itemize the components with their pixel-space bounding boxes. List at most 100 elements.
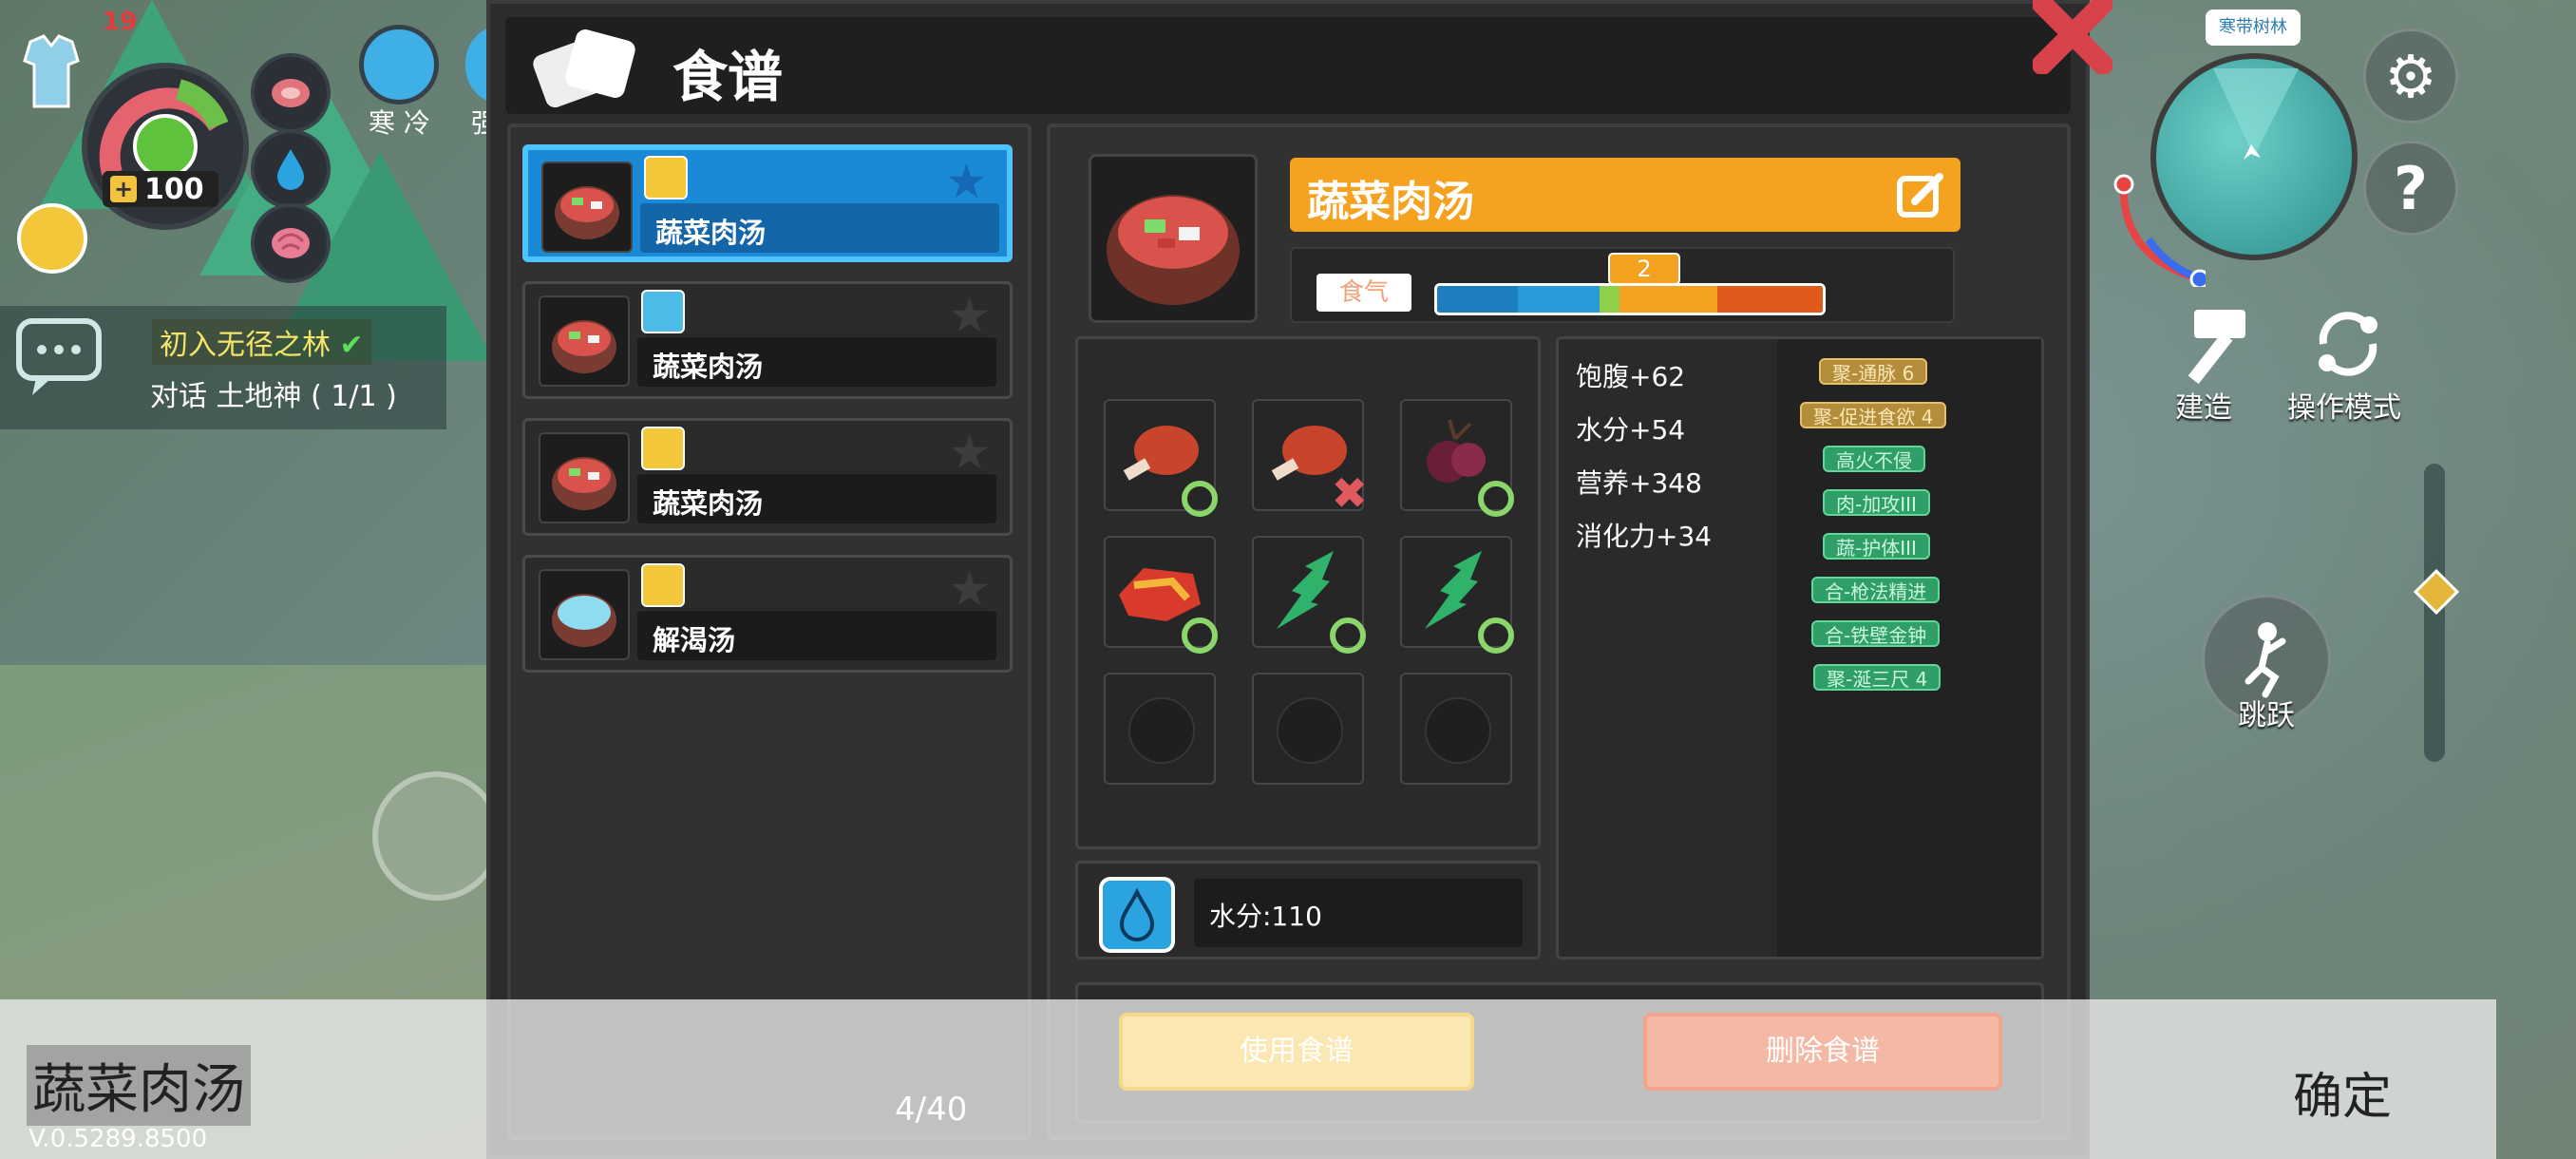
food-qi-meter: 食气 2 <box>1290 247 1955 323</box>
recipe-name-bar: 蔬菜肉汤 <box>637 337 996 387</box>
question-icon: ? <box>2394 153 2428 223</box>
recipe-count: 4/40 <box>895 1091 968 1129</box>
empty-slot-icon <box>1128 697 1195 764</box>
soup-large-icon <box>1089 154 1258 323</box>
ingredient-slot[interactable] <box>1104 399 1218 517</box>
effect-tag: 高火不侵 <box>1823 446 1925 472</box>
recipe-item[interactable]: ★ 蔬菜肉汤 <box>522 144 1013 262</box>
effect-tag: 合-枪法精进 <box>1811 577 1941 603</box>
gear-icon: ⚙ <box>2384 41 2437 111</box>
ingredient-slot-empty[interactable] <box>1400 673 1512 785</box>
recipe-name-bar: 蔬菜肉汤 <box>640 203 999 253</box>
close-icon <box>2032 0 2113 75</box>
hp-value: 100 <box>144 172 204 206</box>
movement-joystick[interactable] <box>372 771 502 901</box>
soup-icon <box>539 295 630 387</box>
effect-tag: 蔬-护体III <box>1823 533 1930 560</box>
panel-title: 食谱 <box>672 45 784 109</box>
favorite-star-icon[interactable]: ★ <box>945 154 988 209</box>
favorite-star-icon[interactable]: ★ <box>948 561 991 617</box>
recipe-name: 蔬菜肉汤 <box>653 351 764 383</box>
close-button[interactable] <box>2032 0 2113 75</box>
recipe-name: 蔬菜肉汤 <box>655 217 767 249</box>
water-value: 水分:110 <box>1209 901 1322 932</box>
edit-icon[interactable] <box>1894 169 1945 220</box>
food-qi-bar <box>1434 283 1826 315</box>
effect-tag: 合-铁壁金钟 <box>1811 620 1941 647</box>
water-status-icon[interactable] <box>251 129 331 209</box>
build-hammer-icon[interactable] <box>2162 302 2253 388</box>
food-qi-label: 食气 <box>1316 274 1411 312</box>
hp-counter: + 100 <box>103 171 218 207</box>
swap-mode-icon[interactable] <box>2310 306 2386 382</box>
cold-label: 寒 冷 <box>369 107 430 139</box>
water-value-field: 水分:110 <box>1194 879 1523 947</box>
effect-tag: 聚-促进食欲 4 <box>1800 402 1947 428</box>
bottom-item-name: 蔬菜肉汤 <box>27 1045 251 1126</box>
checkmark-icon: ✔ <box>339 329 364 362</box>
effect-tag: 聚-涎三尺 4 <box>1813 664 1941 691</box>
favorite-star-icon[interactable]: ★ <box>948 288 991 343</box>
thirst-soup-icon <box>539 569 630 660</box>
effect-tags-column: 聚-通脉 6 聚-促进食欲 4 高火不侵 肉-加攻III 蔬-护体III 合-枪… <box>1777 339 2041 957</box>
jump-label: 跳跃 <box>2238 699 2295 732</box>
scroll-icon <box>532 28 642 110</box>
detail-recipe-name: 蔬菜肉汤 <box>1307 178 1474 226</box>
recipe-name: 解渴汤 <box>653 624 736 656</box>
pet-icon[interactable] <box>17 203 87 274</box>
plus-icon: + <box>110 176 137 202</box>
quest-task: 对话 土地神 ( 1/1 ) <box>150 380 397 413</box>
check-ring-icon <box>1478 618 1514 654</box>
check-ring-icon <box>1330 618 1366 654</box>
brain-status-icon[interactable] <box>251 203 331 283</box>
food-qi-value: 2 <box>1608 253 1680 285</box>
quest-title-text: 初入无径之林 <box>160 329 331 362</box>
ingredient-slot-empty[interactable] <box>1252 673 1364 785</box>
help-button[interactable]: ? <box>2363 141 2458 236</box>
missing-x-icon: ✖ <box>1331 467 1368 519</box>
chef-badge-icon <box>641 563 685 607</box>
check-ring-icon <box>1182 618 1218 654</box>
confirm-button[interactable]: 确定 <box>2293 1056 2392 1128</box>
quest-title: 初入无径之林 ✔ <box>152 319 371 365</box>
build-label: 建造 <box>2175 391 2232 425</box>
delete-recipe-button[interactable]: 删除食谱 <box>1643 1013 2002 1091</box>
water-row: 水分:110 <box>1075 861 1541 960</box>
settings-button[interactable]: ⚙ <box>2363 28 2458 124</box>
recipe-name: 蔬菜肉汤 <box>653 487 764 520</box>
ingredient-slot[interactable]: ✖ <box>1252 399 1368 519</box>
cold-status-icon[interactable] <box>359 25 439 104</box>
stat-water: 水分+54 <box>1576 414 1686 446</box>
outfit-icon[interactable] <box>21 32 82 110</box>
stat-digestion: 消化力+34 <box>1576 521 1713 552</box>
favorite-star-icon[interactable]: ★ <box>948 425 991 480</box>
check-ring-icon <box>1478 481 1514 517</box>
ingredient-slot[interactable] <box>1400 536 1514 654</box>
ingredient-slot-empty[interactable] <box>1104 673 1216 785</box>
chef-badge-icon <box>641 290 685 333</box>
map-region-label: 寒带树林 <box>2206 10 2301 46</box>
water-drop-icon <box>1099 877 1175 953</box>
jump-figure-icon <box>2245 622 2286 698</box>
chef-badge-icon <box>644 156 688 200</box>
time-arc-icon <box>2111 173 2210 290</box>
control-mode-label: 操作模式 <box>2287 391 2401 425</box>
stat-nutrition: 营养+348 <box>1576 467 1702 499</box>
recipe-name-banner: 蔬菜肉汤 <box>1290 158 1960 232</box>
ingredient-slot[interactable] <box>1400 399 1514 517</box>
chef-badge-icon <box>641 427 685 470</box>
soup-icon <box>541 162 633 253</box>
effect-tag: 聚-通脉 6 <box>1819 358 1928 385</box>
level-number: 19 <box>103 8 138 36</box>
ingredient-slot[interactable] <box>1252 536 1366 654</box>
recipe-item[interactable]: ★ 蔬菜肉汤 <box>522 281 1013 399</box>
meat-status-icon[interactable] <box>251 53 331 133</box>
use-recipe-button[interactable]: 使用食谱 <box>1119 1013 1474 1091</box>
stats-panel: 聚-通脉 6 聚-促进食欲 4 高火不侵 肉-加攻III 蔬-护体III 合-枪… <box>1556 336 2044 960</box>
recipe-item[interactable]: ★ 解渴汤 <box>522 555 1013 673</box>
chat-icon[interactable] <box>13 315 104 401</box>
recipe-item[interactable]: ★ 蔬菜肉汤 <box>522 418 1013 536</box>
ingredient-slot[interactable] <box>1104 536 1218 654</box>
version-label: V.0.5289.8500 <box>28 1125 208 1153</box>
check-ring-icon <box>1182 481 1218 517</box>
